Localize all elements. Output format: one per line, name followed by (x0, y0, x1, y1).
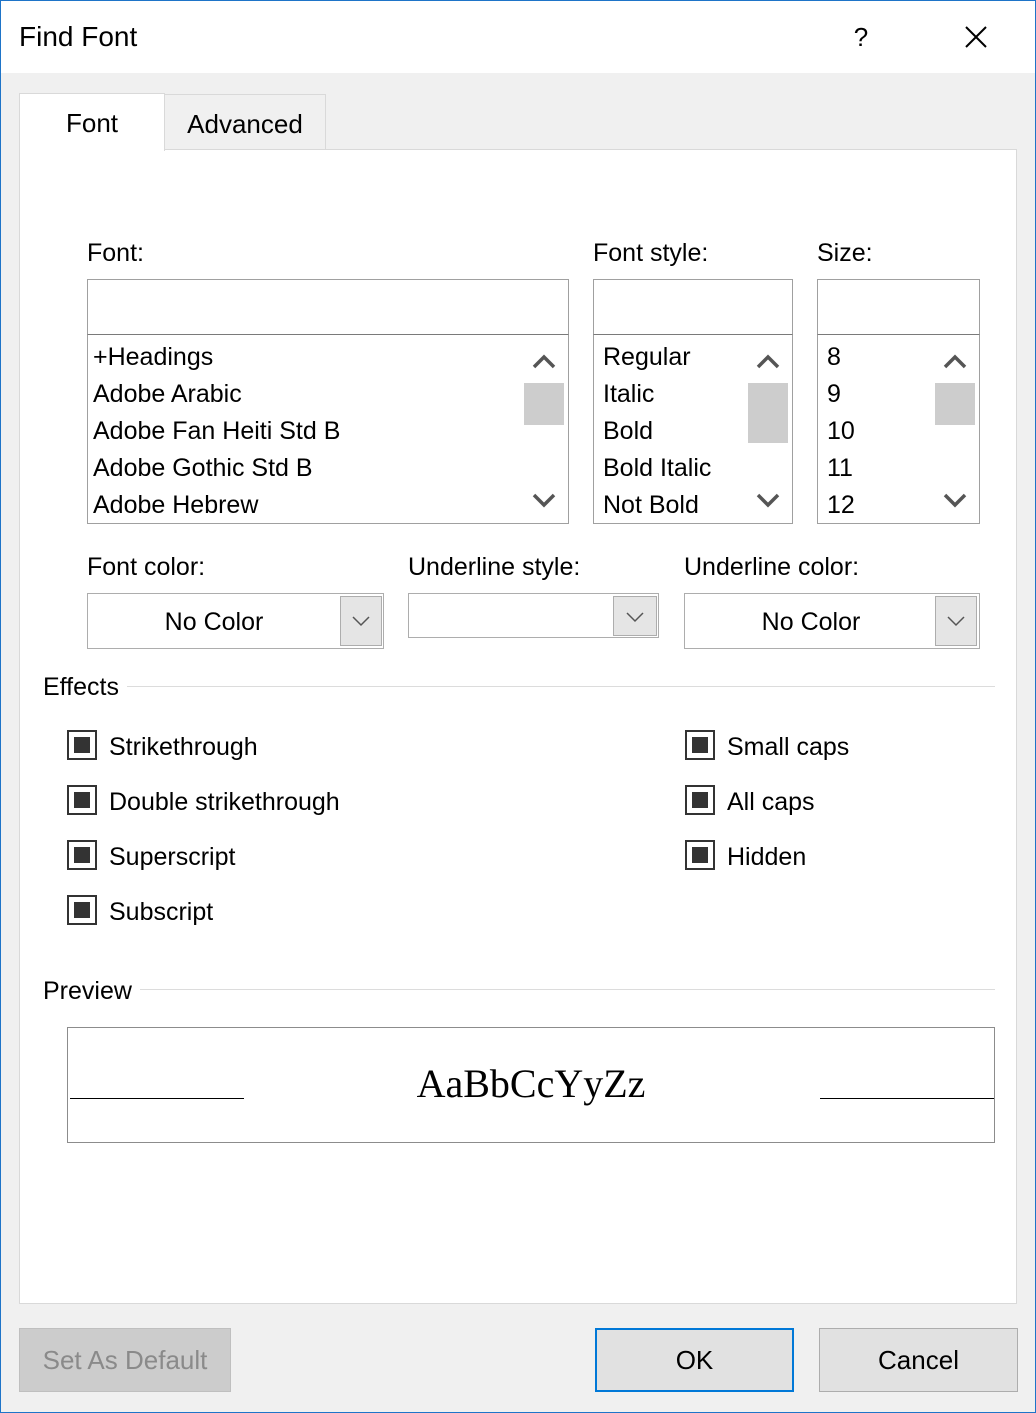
hidden-checkbox[interactable] (685, 840, 715, 870)
list-item[interactable]: Adobe Hebrew (93, 491, 258, 520)
small-caps-checkbox[interactable] (685, 730, 715, 760)
strikethrough-checkbox[interactable] (67, 730, 97, 760)
tab-font[interactable]: Font (19, 93, 165, 151)
preview-divider (137, 989, 995, 990)
list-item[interactable]: Regular (603, 343, 691, 372)
preview-box: AaBbCcYyZz (67, 1027, 995, 1143)
size-label: Size: (817, 239, 873, 267)
subscript-checkbox[interactable] (67, 895, 97, 925)
window-title: Find Font (19, 21, 138, 52)
underline-color-label: Underline color: (684, 553, 860, 581)
tab-advanced[interactable]: Advanced (164, 94, 326, 150)
font-style-label: Font style: (593, 239, 709, 267)
scroll-thumb[interactable] (935, 383, 975, 425)
strikethrough-label[interactable]: Strikethrough (109, 733, 258, 762)
tab-font-label: Font (65, 108, 119, 138)
list-item[interactable]: 10 (827, 417, 855, 446)
font-style-input[interactable] (593, 279, 793, 335)
effects-divider (121, 686, 995, 687)
font-list[interactable]: +Headings Adobe Arabic Adobe Fan Heiti S… (87, 334, 569, 524)
subscript-label[interactable]: Subscript (109, 898, 213, 927)
scroll-thumb[interactable] (524, 383, 564, 425)
list-item[interactable]: +Headings (93, 343, 213, 372)
underline-color-dropdown[interactable]: No Color (684, 593, 980, 649)
font-color-dropdown-button[interactable] (340, 596, 382, 646)
list-item[interactable]: Adobe Fan Heiti Std B (93, 417, 340, 446)
double-strikethrough-label[interactable]: Double strikethrough (109, 788, 340, 817)
chevron-down-icon[interactable] (746, 479, 790, 521)
find-font-dialog: Find Font ? Font Advanced Font: +Heading… (0, 0, 1036, 1413)
preview-title: Preview (43, 977, 140, 1006)
help-button[interactable]: ? (839, 15, 883, 59)
set-as-default-button[interactable]: Set As Default (19, 1328, 231, 1392)
chevron-down-icon[interactable] (933, 479, 977, 521)
list-item[interactable]: 9 (827, 380, 841, 409)
checkbox-indeterminate-mark (692, 737, 708, 753)
list-item[interactable]: 8 (827, 343, 841, 372)
size-list[interactable]: 8 9 10 11 12 (817, 334, 980, 524)
chevron-up-icon[interactable] (933, 341, 977, 383)
title-bar: Find Font ? (1, 1, 1035, 73)
list-item[interactable]: 11 (827, 454, 853, 483)
scroll-thumb[interactable] (748, 383, 788, 443)
font-input[interactable] (87, 279, 569, 335)
double-strikethrough-checkbox[interactable] (67, 785, 97, 815)
checkbox-indeterminate-mark (74, 847, 90, 863)
font-list-scrollbar[interactable] (522, 335, 566, 523)
checkbox-indeterminate-mark (692, 847, 708, 863)
all-caps-label[interactable]: All caps (727, 788, 815, 817)
chevron-down-icon (947, 616, 965, 627)
superscript-checkbox[interactable] (67, 840, 97, 870)
ok-button[interactable]: OK (595, 1328, 794, 1392)
tab-advanced-label: Advanced (187, 109, 303, 139)
close-icon (965, 26, 987, 48)
underline-color-dropdown-button[interactable] (935, 596, 977, 646)
underline-style-dropdown[interactable] (408, 593, 659, 638)
list-item[interactable]: Adobe Gothic Std B (93, 454, 313, 483)
checkbox-indeterminate-mark (692, 792, 708, 808)
size-list-scrollbar[interactable] (933, 335, 977, 523)
font-style-list[interactable]: Regular Italic Bold Bold Italic Not Bold (593, 334, 793, 524)
font-color-value: No Color (164, 608, 264, 636)
superscript-label[interactable]: Superscript (109, 843, 235, 872)
size-input[interactable] (817, 279, 980, 335)
chevron-up-icon[interactable] (522, 341, 566, 383)
underline-style-label: Underline style: (408, 553, 581, 581)
small-caps-label[interactable]: Small caps (727, 733, 849, 762)
close-button[interactable] (951, 15, 1001, 59)
checkbox-indeterminate-mark (74, 792, 90, 808)
preview-sample: AaBbCcYyZz (416, 1061, 646, 1106)
cancel-button[interactable]: Cancel (819, 1328, 1018, 1392)
checkbox-indeterminate-mark (74, 737, 90, 753)
chevron-up-icon[interactable] (746, 341, 790, 383)
list-item[interactable]: Not Bold (603, 491, 699, 520)
chevron-down-icon (352, 616, 370, 627)
chevron-down-icon[interactable] (522, 479, 566, 521)
chevron-down-icon (626, 612, 644, 623)
list-item[interactable]: Italic (603, 380, 654, 409)
underline-color-value: No Color (761, 608, 861, 636)
list-item[interactable]: Adobe Arabic (93, 380, 242, 409)
underline-style-dropdown-button[interactable] (613, 596, 657, 636)
font-style-list-scrollbar[interactable] (746, 335, 790, 523)
hidden-label[interactable]: Hidden (727, 843, 806, 872)
checkbox-indeterminate-mark (74, 902, 90, 918)
list-item[interactable]: Bold (603, 417, 653, 446)
preview-line-right (820, 1098, 994, 1099)
list-item[interactable]: Bold Italic (603, 454, 711, 483)
all-caps-checkbox[interactable] (685, 785, 715, 815)
font-label: Font: (87, 239, 144, 267)
font-color-dropdown[interactable]: No Color (87, 593, 384, 649)
effects-title: Effects (43, 673, 127, 702)
list-item[interactable]: 12 (827, 491, 855, 520)
font-color-label: Font color: (87, 553, 206, 581)
